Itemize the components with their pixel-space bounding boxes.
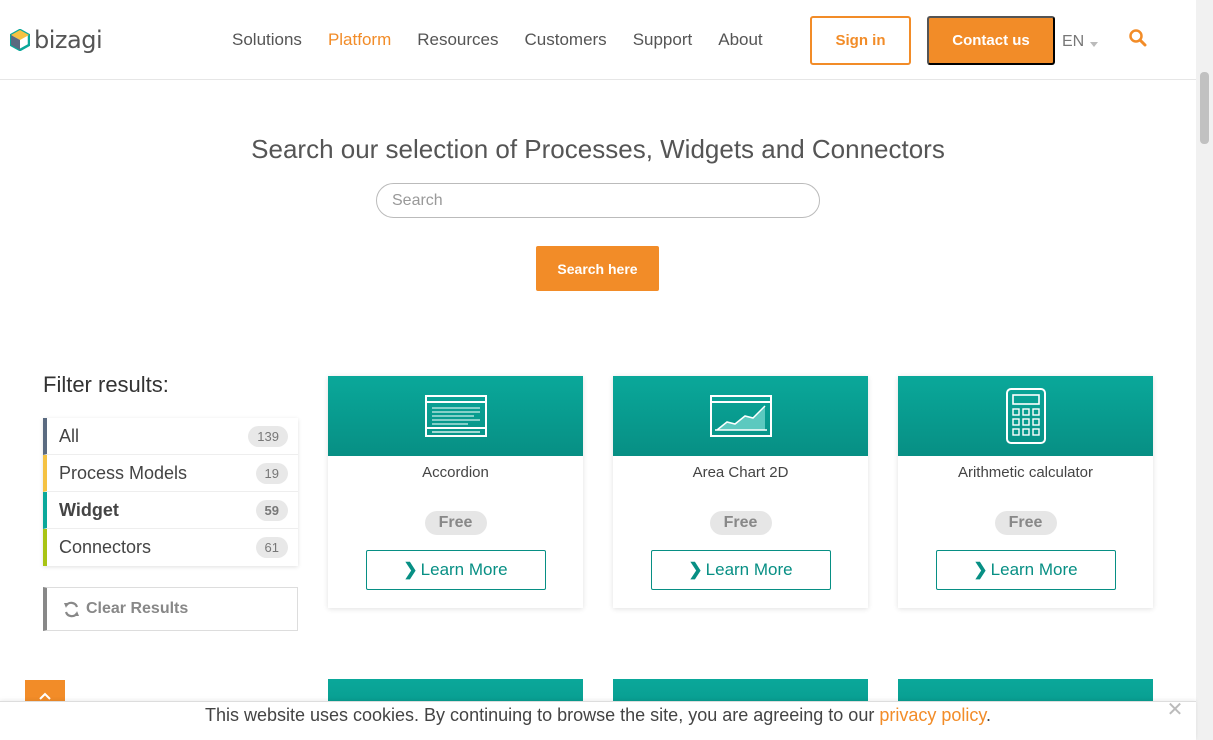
search-icon[interactable]: [1128, 28, 1148, 48]
clear-results-button[interactable]: Clear Results: [43, 587, 298, 631]
calculator-icon: [1005, 388, 1046, 444]
nav-customers[interactable]: Customers: [525, 30, 607, 50]
chevron-right-icon: ❯: [403, 560, 418, 579]
learn-more-label: Learn More: [705, 560, 793, 579]
price-badge: Free: [709, 511, 772, 535]
count-badge: 61: [255, 537, 288, 558]
cookie-text-end: .: [986, 705, 992, 725]
nav-resources[interactable]: Resources: [417, 30, 498, 50]
accordion-icon: [424, 395, 487, 437]
card-title[interactable]: Arithmetic calculator: [898, 464, 1153, 481]
count-badge: 139: [248, 425, 288, 447]
privacy-policy-link[interactable]: privacy policy: [879, 705, 986, 725]
filter-item-widget[interactable]: Widget 59: [43, 492, 298, 529]
site-header: bizagi Solutions Platform Resources Cust…: [0, 0, 1196, 80]
cookie-banner: This website uses cookies. By continuing…: [0, 701, 1196, 740]
count-badge: 19: [255, 462, 288, 484]
clear-results-label: Clear Results: [86, 600, 189, 617]
card-title[interactable]: Area Chart 2D: [613, 464, 868, 481]
search-here-button[interactable]: Search here: [536, 246, 659, 291]
filter-label: Connectors: [59, 537, 152, 557]
filter-item-process-models[interactable]: Process Models 19: [43, 455, 298, 492]
filter-label: Process Models: [59, 462, 188, 483]
nav-solutions[interactable]: Solutions: [232, 30, 302, 50]
scrollbar-thumb[interactable]: [1200, 72, 1209, 144]
result-card-arithmetic-calculator: Arithmetic calculator Free ❯ Learn More: [898, 376, 1153, 608]
card-title[interactable]: Accordion: [328, 464, 583, 481]
nav-support[interactable]: Support: [633, 30, 693, 50]
caret-down-icon: [1090, 41, 1099, 47]
learn-more-button[interactable]: ❯ Learn More: [650, 550, 831, 590]
close-icon[interactable]: ✕: [1166, 700, 1184, 720]
language-label: EN: [1062, 33, 1085, 50]
chevron-up-icon: [39, 692, 51, 700]
bizagi-logo-icon: [10, 29, 30, 51]
learn-more-label: Learn More: [990, 560, 1078, 579]
nav-about[interactable]: About: [718, 30, 762, 50]
logo-text: bizagi: [34, 26, 103, 54]
search-heading: Search our selection of Processes, Widge…: [251, 134, 945, 164]
filter-label: All: [59, 425, 80, 446]
page-scrollbar[interactable]: [1196, 0, 1213, 740]
chevron-right-icon: ❯: [973, 560, 988, 579]
bizagi-logo[interactable]: bizagi: [10, 26, 103, 54]
area-chart-icon: [709, 395, 772, 437]
sign-in-button[interactable]: Sign in: [810, 16, 911, 65]
filter-label: Widget: [59, 499, 119, 520]
price-badge: Free: [424, 511, 487, 535]
result-card-area-chart: Area Chart 2D Free ❯ Learn More: [613, 376, 868, 608]
refresh-icon: [64, 601, 79, 617]
learn-more-button[interactable]: ❯ Learn More: [935, 550, 1116, 590]
search-input[interactable]: [376, 183, 820, 218]
count-badge: 59: [255, 499, 288, 521]
filter-title: Filter results:: [43, 372, 169, 397]
filter-item-all[interactable]: All 139: [43, 418, 298, 455]
cookie-text: This website uses cookies. By continuing…: [204, 705, 880, 725]
learn-more-label: Learn More: [420, 560, 508, 579]
filter-item-connectors[interactable]: Connectors 61: [43, 529, 298, 566]
chevron-right-icon: ❯: [688, 560, 703, 579]
nav-platform[interactable]: Platform: [328, 30, 391, 50]
price-badge: Free: [994, 511, 1057, 535]
result-card-accordion: Accordion Free ❯ Learn More: [328, 376, 583, 608]
learn-more-button[interactable]: ❯ Learn More: [365, 550, 546, 590]
card-header: [613, 376, 868, 456]
main-nav: Solutions Platform Resources Customers S…: [232, 30, 763, 50]
filter-list: All 139 Process Models 19 Widget 59 Conn…: [43, 418, 298, 566]
card-header: [328, 376, 583, 456]
card-header: [898, 376, 1153, 456]
contact-us-button[interactable]: Contact us: [927, 16, 1055, 65]
language-selector[interactable]: EN: [1062, 33, 1099, 51]
